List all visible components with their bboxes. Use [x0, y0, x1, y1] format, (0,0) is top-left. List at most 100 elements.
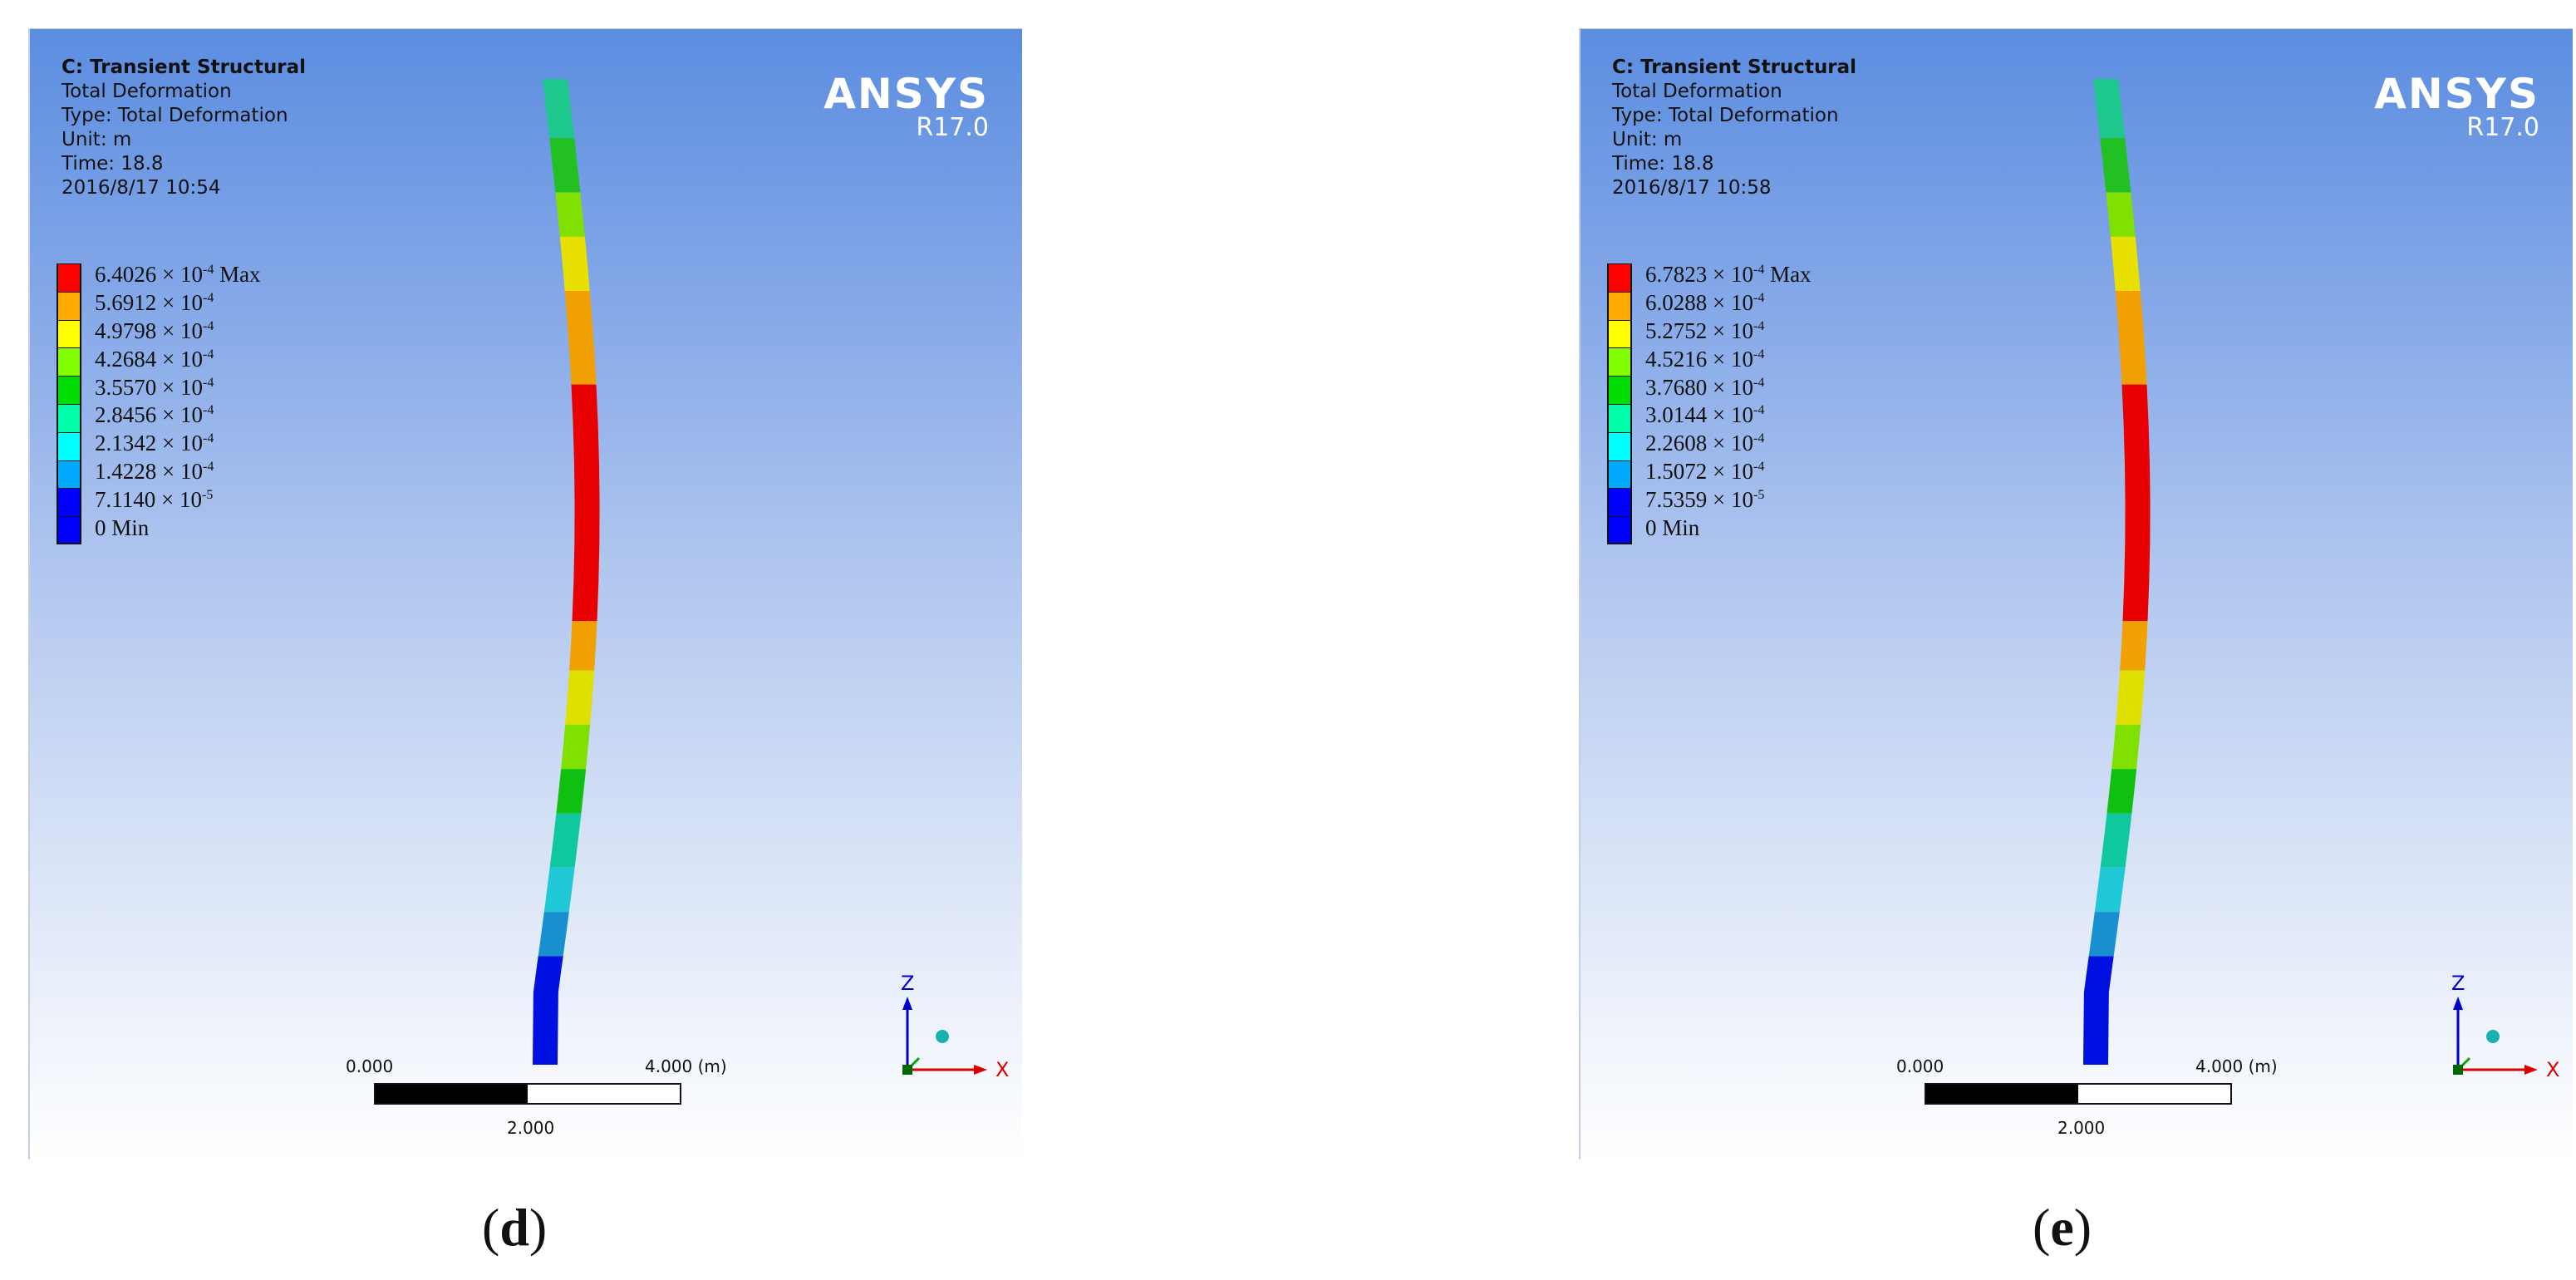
legend-entry: 0 Min [57, 515, 261, 544]
legend-entry: 7.5359 × 10-5 [1607, 486, 1812, 517]
legend-mantissa: 1.5072 × 10 [1645, 458, 1753, 484]
result-header: C: Transient Structural Total Deformatio… [61, 56, 306, 200]
legend-mantissa: 2.8456 × 10 [95, 402, 203, 428]
logo-brand: ANSYS [2374, 70, 2539, 118]
legend-mantissa: 4.9798 × 10 [95, 318, 203, 343]
legend-label: 1.5072 × 10-4 [1645, 459, 1764, 485]
legend-mantissa: 3.7680 × 10 [1645, 374, 1753, 400]
legend-exponent: -4 [1753, 403, 1765, 418]
legend-mantissa: 3.0144 × 10 [1645, 402, 1753, 428]
legend-mantissa: 7.5359 × 10 [1645, 486, 1753, 512]
beam-segment [564, 290, 597, 385]
beam-segment [2116, 670, 2146, 725]
legend-mantissa: 4.2684 × 10 [95, 346, 203, 372]
beam-segment [2083, 956, 2114, 1065]
beam-segment [559, 236, 590, 291]
axis-triad: Z X [901, 972, 1009, 1081]
legend-swatch [1607, 319, 1632, 348]
legend-label: 0 Min [95, 515, 149, 541]
ansys-logo: ANSYS R17.0 [2374, 72, 2539, 140]
legend-mantissa: 5.2752 × 10 [1645, 318, 1753, 343]
result-name: Total Deformation [1612, 81, 1782, 102]
beam-segment [569, 621, 597, 671]
beam-segment [549, 138, 581, 193]
legend-exponent: -4 [1753, 375, 1765, 390]
legend-exponent: -4 [202, 403, 214, 418]
result-time: Time: 18.8 [1612, 153, 1714, 175]
legend-label: 2.8456 × 10-4 [95, 402, 214, 428]
beam-segment [571, 384, 600, 622]
beam-segment [2107, 769, 2137, 814]
legend-mantissa: 0 Min [95, 514, 150, 540]
beam-segment [2111, 724, 2141, 770]
legend-entry: 4.2684 × 10-4 [57, 346, 261, 377]
beam-segment [2093, 79, 2126, 139]
result-time: Time: 18.8 [61, 153, 164, 175]
logo-version: R17.0 [916, 113, 989, 142]
legend-swatch [57, 291, 81, 320]
scale-right-label: 4.000 (m) [2195, 1056, 2278, 1076]
beam-segment [561, 724, 591, 770]
legend-exponent: -4 [1753, 459, 1765, 474]
panel-d: C: Transient Structural Total Deformatio… [28, 28, 1022, 1159]
legend-entry: 4.9798 × 10-4 [57, 318, 261, 348]
legend-exponent: -4 [202, 318, 214, 333]
legend-swatch [57, 347, 81, 377]
beam-segment [555, 192, 585, 237]
legend-swatch [1607, 516, 1632, 544]
beam-segment [543, 867, 575, 913]
beam-segment [2121, 384, 2151, 622]
legend-entry: 7.1140 × 10-5 [57, 487, 261, 517]
beam-segment [565, 670, 595, 725]
legend-label: 4.9798 × 10-4 [95, 318, 214, 344]
legend-swatch [57, 516, 81, 544]
legend-label: 6.4026 × 10-4 Max [95, 262, 261, 288]
beam-segment [556, 769, 587, 814]
legend-exponent: -4 [1753, 431, 1765, 446]
legend-label: 3.7680 × 10-4 [1645, 375, 1764, 401]
legend-entry: 6.4026 × 10-4 Max [57, 262, 261, 292]
logo-brand: ANSYS [823, 70, 989, 118]
legend-exponent: -4 [202, 291, 214, 306]
axis-x-label: X [2546, 1058, 2559, 1081]
legend-entry: 6.7823 × 10-4 Max [1607, 262, 1812, 292]
legend-mantissa: 6.7823 × 10 [1645, 262, 1753, 288]
beam-segment [2120, 621, 2148, 671]
beam-segment [543, 79, 575, 139]
beam-segment [2094, 867, 2126, 913]
legend-mantissa: 3.5570 × 10 [95, 374, 203, 400]
analysis-title: C: Transient Structural [61, 57, 307, 78]
legend-label: 5.6912 × 10-4 [95, 290, 214, 316]
legend-suffix: Max [214, 262, 261, 288]
legend-label: 6.7823 × 10-4 Max [1645, 262, 1812, 288]
scale-middle-label: 2.000 [507, 1118, 555, 1138]
legend-swatch [57, 263, 81, 292]
legend-entry: 3.5570 × 10-4 [57, 374, 261, 404]
logo-version: R17.0 [2466, 113, 2539, 142]
legend-swatch [57, 376, 81, 404]
legend-entry: 5.2752 × 10-4 [1607, 318, 1812, 348]
legend-label: 5.2752 × 10-4 [1645, 318, 1764, 344]
result-name: Total Deformation [61, 81, 232, 102]
legend-exponent: -5 [1753, 487, 1765, 502]
axis-triad: Z X [2451, 972, 2559, 1081]
legend-exponent: -4 [202, 375, 214, 390]
beam-segment [2115, 290, 2147, 385]
legend-exponent: -5 [201, 487, 214, 502]
color-legend: 6.7823 × 10-4 Max 6.0288 × 10-4 5.2752 × 1… [1607, 262, 1812, 544]
legend-swatch [1607, 488, 1632, 517]
legend-label: 3.0144 × 10-4 [1645, 402, 1764, 428]
beam-segment [2106, 192, 2136, 237]
legend-exponent: -4 [202, 263, 214, 278]
beam-segment [2100, 138, 2131, 193]
legend-entry: 6.0288 × 10-4 [1607, 290, 1812, 320]
beam-segment [533, 956, 563, 1065]
legend-mantissa: 4.5216 × 10 [1645, 346, 1753, 372]
scale-bar [374, 1083, 681, 1105]
legend-mantissa: 0 Min [1645, 514, 1700, 540]
legend-mantissa: 2.1342 × 10 [95, 431, 203, 456]
color-legend: 6.4026 × 10-4 Max 5.6912 × 10-4 4.9798 × 1… [57, 262, 261, 544]
result-unit: Unit: m [61, 129, 132, 150]
legend-exponent: -4 [1753, 291, 1765, 306]
ansys-logo: ANSYS R17.0 [823, 72, 989, 140]
